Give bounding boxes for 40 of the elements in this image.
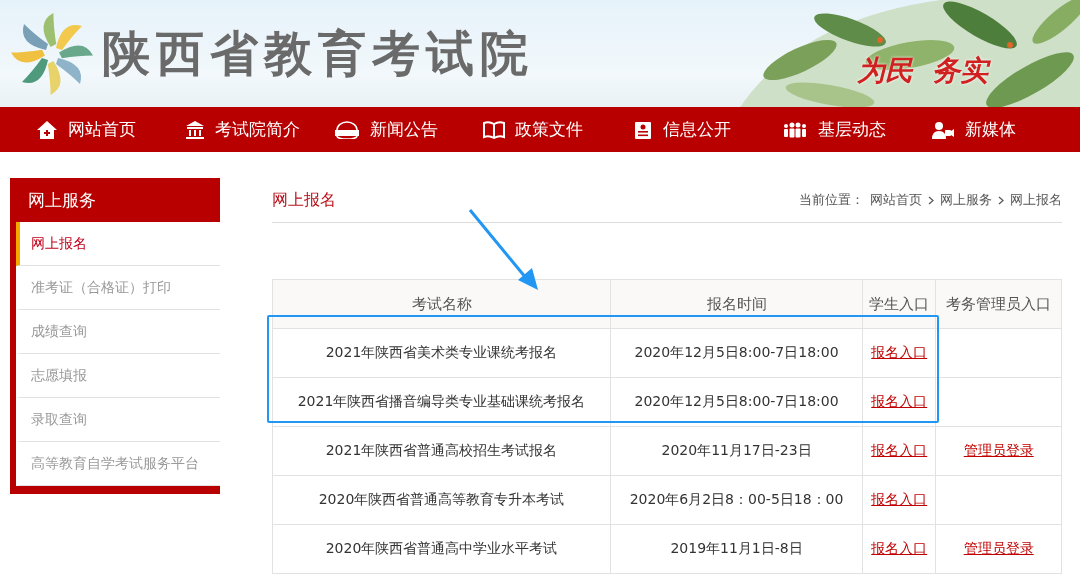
- admin-login-link[interactable]: 管理员登录: [963, 442, 1034, 458]
- home-icon: [36, 119, 58, 140]
- nav-item[interactable]: 政策文件: [483, 107, 633, 152]
- breadcrumb-link[interactable]: 网上报名: [1010, 191, 1062, 209]
- nav-item[interactable]: 网站首页: [36, 107, 186, 152]
- breadcrumb-link[interactable]: 网站首页: [870, 191, 922, 209]
- table-cell: 2020年11月17日-23日: [610, 426, 863, 476]
- table-cell: 2020年12月5日8:00-7日18:00: [610, 377, 863, 427]
- sidebar-title: 网上服务: [27, 189, 97, 212]
- document-icon: [632, 119, 653, 140]
- table-cell: 2020年陕西省普通高等教育专升本考试: [272, 475, 611, 525]
- table-cell: 2020年12月5日8:00-7日18:00: [610, 328, 863, 378]
- page-title: 网上报名: [272, 189, 336, 211]
- column-header: 考试名称: [272, 279, 611, 329]
- people-icon: [781, 120, 808, 139]
- building-icon: [185, 119, 206, 140]
- nav-item[interactable]: 信息公开: [632, 107, 782, 152]
- nav-item[interactable]: 新媒体: [930, 107, 1080, 152]
- book-icon: [483, 120, 506, 139]
- sidebar-item[interactable]: 网上报名: [16, 222, 220, 266]
- column-header: 报名时间: [610, 279, 863, 329]
- column-header: 学生入口: [862, 279, 936, 329]
- chevron-icon: [928, 195, 934, 205]
- table-cell: 2021年陕西省美术类专业课统考报名: [272, 328, 611, 378]
- nav-item[interactable]: 基层动态: [781, 107, 931, 152]
- admin-login-link[interactable]: 管理员登录: [963, 540, 1034, 556]
- site-title: 陕西省教育考试院: [102, 23, 534, 83]
- camera-person-icon: [930, 119, 955, 140]
- nav-item[interactable]: 新闻公告: [334, 107, 484, 152]
- news-icon: [334, 120, 361, 139]
- table-cell: 2021年陕西省普通高校招生考试报名: [272, 426, 611, 476]
- nav-item[interactable]: 考试院简介: [185, 107, 335, 152]
- table-cell: 2019年11月1日-8日: [610, 524, 863, 574]
- table-cell: 2020年6月2日8：00-5日18：00: [610, 475, 863, 525]
- table-cell: 2020年陕西省普通高中学业水平考试: [272, 524, 611, 574]
- chevron-icon: [998, 195, 1004, 205]
- column-header: 考务管理员入口: [935, 279, 1062, 329]
- breadcrumb-link[interactable]: 网上服务: [940, 191, 992, 209]
- table-cell: 2021年陕西省播音编导类专业基础课统考报名: [272, 377, 611, 427]
- breadcrumb-label: 当前位置：: [799, 191, 864, 209]
